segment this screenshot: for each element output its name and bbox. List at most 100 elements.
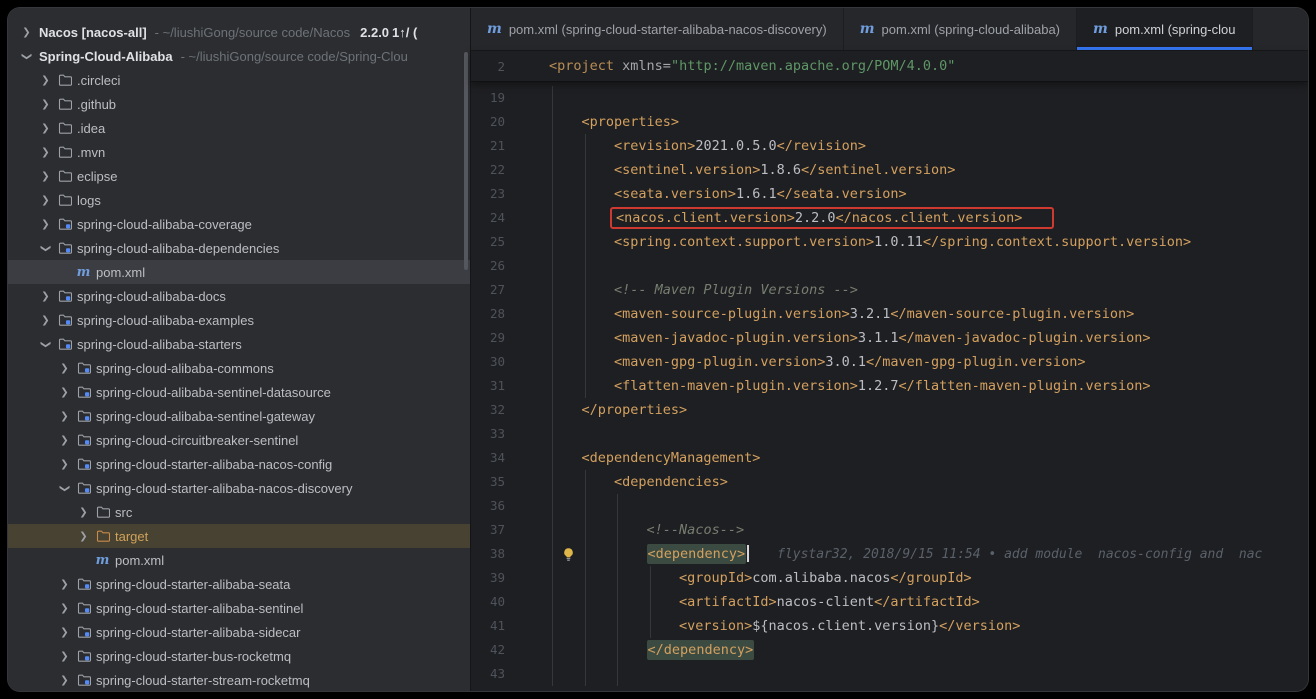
code-line[interactable]: 21 <revision>2021.0.5.0</revision> [471,134,1308,158]
chevron-right-icon[interactable]: ❯ [55,627,74,638]
tree-row-spring-cloud-starter-alibaba-seata[interactable]: ❯spring-cloud-starter-alibaba-seata [8,572,470,596]
tree-row-spring-cloud-starter-bus-rocketmq[interactable]: ❯spring-cloud-starter-bus-rocketmq [8,644,470,668]
code-editor[interactable]: 1920 <properties>21 <revision>2021.0.5.0… [471,82,1308,691]
intention-bulb-icon[interactable] [561,546,576,561]
chevron-right-icon[interactable]: ❯ [36,123,55,134]
code-line[interactable]: 41 <version>${nacos.client.version}</ver… [471,614,1308,638]
token-tag: <maven-javadoc-plugin.version> [614,330,858,346]
code-line[interactable]: 37 <!--Nacos--> [471,518,1308,542]
code-line[interactable]: 22 <sentinel.version>1.8.6</sentinel.ver… [471,158,1308,182]
chevron-down-icon[interactable]: ❯ [59,479,70,498]
tree-row-spring-cloud-alibaba-coverage[interactable]: ❯spring-cloud-alibaba-coverage [8,212,470,236]
maven-icon: m [93,553,112,568]
chevron-right-icon[interactable]: ❯ [55,651,74,662]
tree-row-spring-cloud-starter-alibaba-sidecar[interactable]: ❯spring-cloud-starter-alibaba-sidecar [8,620,470,644]
tree-row-pom-xml[interactable]: mpom.xml [8,260,470,284]
chevron-right-icon[interactable]: ❯ [36,315,55,326]
code-line[interactable]: 38 <dependency>flystar32, 2018/9/15 11:5… [471,542,1308,566]
chevron-right-icon[interactable]: ❯ [74,507,93,518]
code-line[interactable]: 39 <groupId>com.alibaba.nacos</groupId> [471,566,1308,590]
code-line[interactable]: 32 </properties> [471,398,1308,422]
tree-row-spring-cloud-starter-stream-rocketmq[interactable]: ❯spring-cloud-starter-stream-rocketmq [8,668,470,691]
tree-row-idea[interactable]: ❯.idea [8,116,470,140]
tree-item-label: .circleci [77,73,120,88]
chevron-right-icon[interactable]: ❯ [17,27,36,38]
chevron-down-icon[interactable]: ❯ [40,335,51,354]
chevron-down-icon[interactable]: ❯ [21,47,32,66]
indent-whitespace [549,402,582,418]
chevron-right-icon[interactable]: ❯ [36,195,55,206]
tree-row-spring-cloud-alibaba-docs[interactable]: ❯spring-cloud-alibaba-docs [8,284,470,308]
chevron-right-icon[interactable]: ❯ [55,435,74,446]
code-line[interactable]: 20 <properties> [471,110,1308,134]
tree-row-logs[interactable]: ❯logs [8,188,470,212]
code-line[interactable]: 31 <flatten-maven-plugin.version>1.2.7</… [471,374,1308,398]
tree-row-spring-cloud-alibaba-dependencies[interactable]: ❯spring-cloud-alibaba-dependencies [8,236,470,260]
tree-row-spring-cloud-alibaba-examples[interactable]: ❯spring-cloud-alibaba-examples [8,308,470,332]
chevron-right-icon[interactable]: ❯ [36,75,55,86]
code-line[interactable]: 40 <artifactId>nacos-client</artifactId> [471,590,1308,614]
code-line[interactable]: 24 <nacos.client.version>2.2.0</nacos.cl… [471,206,1308,230]
chevron-right-icon[interactable]: ❯ [55,459,74,470]
line-number: 38 [471,542,505,566]
code-line[interactable]: 36 [471,494,1308,518]
tree-row-spring-cloud-alibaba-sentinel-gateway[interactable]: ❯spring-cloud-alibaba-sentinel-gateway [8,404,470,428]
line-number: 37 [471,518,505,542]
chevron-right-icon[interactable]: ❯ [74,531,93,542]
code-line[interactable]: 35 <dependencies> [471,470,1308,494]
code-text: <spring.context.support.version>1.0.11</… [549,230,1191,254]
tree-row-spring-cloud-alibaba-starters[interactable]: ❯spring-cloud-alibaba-starters [8,332,470,356]
code-line[interactable]: 33 [471,422,1308,446]
token-tag: <nacos.client.version> [616,210,795,226]
chevron-right-icon[interactable]: ❯ [36,147,55,158]
code-line[interactable]: 30 <maven-gpg-plugin.version>3.0.1</mave… [471,350,1308,374]
line-number: 22 [471,158,505,182]
tree-row-spring-cloud-alibaba[interactable]: ❯Spring-Cloud-Alibaba- ~/liushiGong/sour… [8,44,470,68]
tree-row-spring-cloud-alibaba-sentinel-datasource[interactable]: ❯spring-cloud-alibaba-sentinel-datasourc… [8,380,470,404]
code-line[interactable]: 19 [471,86,1308,110]
tree-row-spring-cloud-alibaba-commons[interactable]: ❯spring-cloud-alibaba-commons [8,356,470,380]
chevron-down-icon[interactable]: ❯ [40,239,51,258]
line-number: 32 [471,398,505,422]
code-line[interactable]: 23 <seata.version>1.6.1</seata.version> [471,182,1308,206]
tree-row-eclipse[interactable]: ❯eclipse [8,164,470,188]
chevron-right-icon[interactable]: ❯ [55,579,74,590]
chevron-right-icon[interactable]: ❯ [36,291,55,302]
sticky-code-line[interactable]: 2<project xmlns="http://maven.apache.org… [471,54,955,78]
chevron-right-icon[interactable]: ❯ [55,603,74,614]
editor-tab-pom-xml-spring-cloud-alibaba[interactable]: mpom.xml (spring-cloud-alibaba) [844,8,1077,50]
sticky-header-line[interactable]: 2<project xmlns="http://maven.apache.org… [471,51,1308,82]
tree-row-pom-xml[interactable]: mpom.xml [8,548,470,572]
code-line[interactable]: 29 <maven-javadoc-plugin.version>3.1.1</… [471,326,1308,350]
chevron-right-icon[interactable]: ❯ [36,171,55,182]
tree-row-spring-cloud-starter-alibaba-sentinel[interactable]: ❯spring-cloud-starter-alibaba-sentinel [8,596,470,620]
tree-row-github[interactable]: ❯.github [8,92,470,116]
tree-row-target[interactable]: ❯target [8,524,470,548]
tree-row-src[interactable]: ❯src [8,500,470,524]
tree-row-circleci[interactable]: ❯ .circleci [8,68,470,92]
tab-label: pom.xml (spring-cloud-starter-alibaba-na… [509,22,827,37]
token-tag: <dependencyManagement> [582,450,761,466]
editor-tab-pom-xml-spring-clou[interactable]: mpom.xml (spring-clou [1077,8,1252,50]
code-line[interactable]: 34 <dependencyManagement> [471,446,1308,470]
tree-row-spring-cloud-starter-alibaba-nacos-discovery[interactable]: ❯spring-cloud-starter-alibaba-nacos-disc… [8,476,470,500]
chevron-right-icon[interactable]: ❯ [55,411,74,422]
code-line[interactable]: 28 <maven-source-plugin.version>3.2.1</m… [471,302,1308,326]
chevron-right-icon[interactable]: ❯ [36,99,55,110]
chevron-right-icon[interactable]: ❯ [55,675,74,686]
code-line[interactable]: 27 <!-- Maven Plugin Versions --> [471,278,1308,302]
tree-row-mvn[interactable]: ❯.mvn [8,140,470,164]
tree-row-nacos-nacos-all[interactable]: ❯Nacos [nacos-all]- ~/liushiGong/source … [8,20,470,44]
code-line[interactable]: 43 [471,662,1308,686]
tree-row-spring-cloud-starter-alibaba-nacos-config[interactable]: ❯spring-cloud-starter-alibaba-nacos-conf… [8,452,470,476]
project-tree-scrollbar[interactable] [464,52,468,270]
editor-tab-pom-xml-spring-cloud-starter-alibaba-nacos-discovery[interactable]: mpom.xml (spring-cloud-starter-alibaba-n… [471,8,844,50]
git-ahead-count: 1↑/ ( [392,25,417,40]
chevron-right-icon[interactable]: ❯ [36,219,55,230]
code-line[interactable]: 25 <spring.context.support.version>1.0.1… [471,230,1308,254]
code-line[interactable]: 26 [471,254,1308,278]
tree-row-spring-cloud-circuitbreaker-sentinel[interactable]: ❯spring-cloud-circuitbreaker-sentinel [8,428,470,452]
chevron-right-icon[interactable]: ❯ [55,387,74,398]
chevron-right-icon[interactable]: ❯ [55,363,74,374]
code-line[interactable]: 42 </dependency> [471,638,1308,662]
